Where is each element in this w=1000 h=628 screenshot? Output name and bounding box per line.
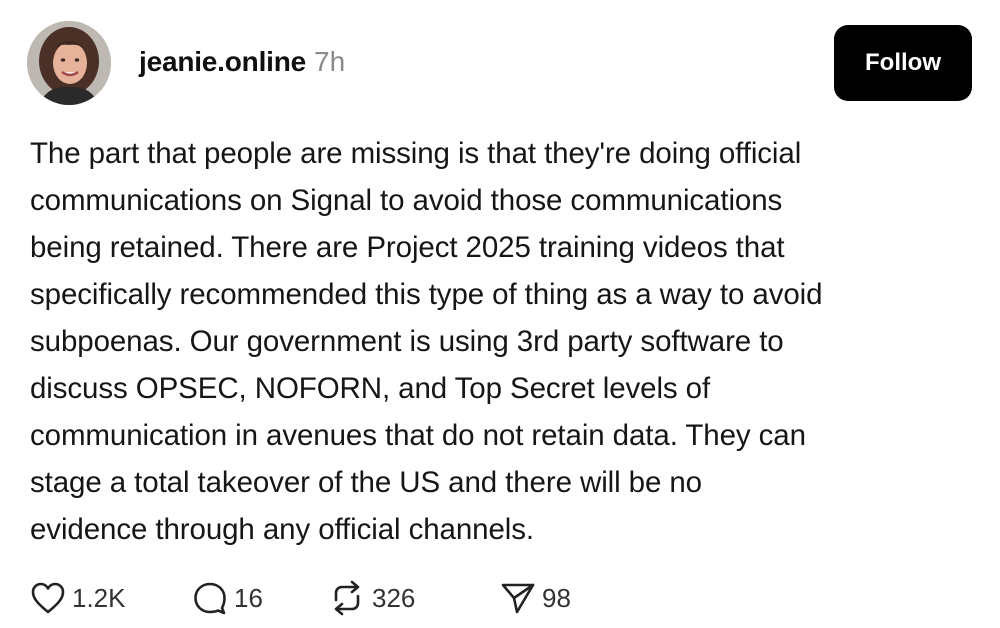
thread-post: jeanie.online 7h Follow The part that peo…	[0, 0, 1000, 628]
timestamp: 7h	[314, 46, 346, 77]
post-body-line: evidence through any official channels.	[30, 513, 534, 546]
like-count: 1.2K	[72, 582, 126, 613]
post-body-line: discuss OPSEC, NOFORN, and Top Secret le…	[30, 372, 711, 405]
post-body-line: subpoenas. Our government is using 3rd p…	[30, 325, 784, 358]
repost-count: 326	[372, 582, 416, 613]
like-button[interactable]: 1.2K	[30, 581, 192, 615]
repost-button[interactable]: 326	[328, 580, 500, 616]
post-body: The part that people are missing is that…	[30, 130, 980, 553]
share-button[interactable]: 98	[500, 580, 620, 616]
heart-icon	[30, 581, 66, 615]
post-body-line: The part that people are missing is that…	[30, 137, 802, 170]
post-body-line: stage a total takeover of the US and the…	[30, 466, 702, 499]
post-body-line: communication in avenues that do not ret…	[30, 419, 806, 452]
profile-photo	[27, 21, 111, 105]
post-actions: 1.2K 16 326 98	[30, 578, 620, 618]
post-body-line: communications on Signal to avoid those …	[30, 184, 783, 217]
repost-icon	[328, 580, 366, 616]
comment-count: 16	[234, 582, 263, 613]
comment-bubble-icon	[192, 580, 228, 616]
username[interactable]: jeanie.online	[139, 46, 306, 77]
follow-button[interactable]: Follow	[834, 25, 972, 101]
avatar[interactable]	[27, 21, 111, 105]
share-icon	[500, 580, 536, 616]
comment-button[interactable]: 16	[192, 580, 328, 616]
post-header: jeanie.online 7h	[139, 44, 345, 80]
post-body-line: being retained. There are Project 2025 t…	[30, 231, 785, 264]
share-count: 98	[542, 582, 571, 613]
post-body-line: specifically recommended this type of th…	[30, 278, 823, 311]
